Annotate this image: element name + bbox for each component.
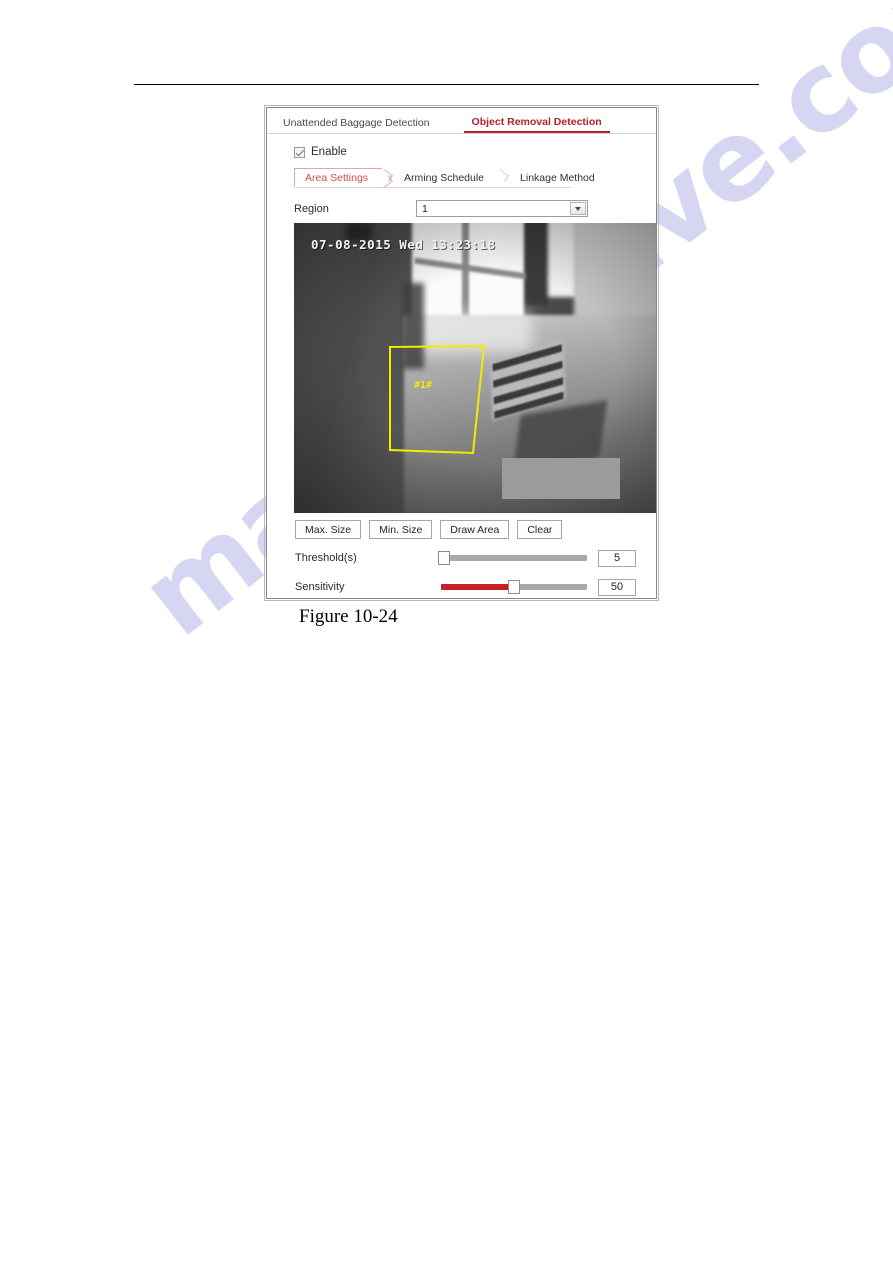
tab-gap (438, 125, 464, 133)
panel-body: Enable Area Settings Arming Schedule Lin… (267, 146, 656, 597)
object-removal-detection-panel: Unattended Baggage Detection Object Remo… (264, 105, 659, 601)
sensitivity-slider-track[interactable] (441, 580, 587, 594)
region-row: Region 1 (294, 200, 644, 217)
detection-region-label: #1# (414, 380, 433, 391)
min-size-button[interactable]: Min. Size (369, 520, 433, 539)
sub-tab-linkage-method[interactable]: Linkage Method (510, 168, 609, 187)
tab-unattended-baggage-detection[interactable]: Unattended Baggage Detection (275, 115, 438, 134)
enable-checkbox[interactable] (294, 146, 305, 158)
enable-row[interactable]: Enable (294, 146, 644, 158)
threshold-value[interactable]: 5 (598, 549, 636, 567)
figure-caption: Figure 10-24 (299, 606, 398, 627)
threshold-row: Threshold(s) 5 (295, 548, 644, 568)
chevron-down-icon[interactable] (570, 202, 586, 215)
sensitivity-row: Sensitivity 50 (295, 577, 644, 597)
chevron-separator-icon-2 (498, 168, 510, 187)
enable-label: Enable (311, 146, 347, 158)
region-label: Region (294, 202, 329, 215)
main-tab-bar: Unattended Baggage Detection Object Remo… (267, 108, 656, 134)
sub-tab-bar: Area Settings Arming Schedule Linkage Me… (294, 168, 595, 188)
clear-button[interactable]: Clear (517, 520, 563, 539)
chevron-separator-icon (382, 168, 394, 187)
threshold-slider-thumb[interactable] (438, 551, 450, 565)
draw-area-button[interactable]: Draw Area (440, 520, 510, 539)
sensitivity-slider-thumb[interactable] (508, 580, 521, 594)
region-select[interactable]: 1 (416, 200, 588, 217)
sub-tab-area-settings[interactable]: Area Settings (294, 168, 383, 187)
sensitivity-value[interactable]: 50 (598, 578, 636, 596)
tab-object-removal-detection[interactable]: Object Removal Detection (463, 114, 610, 133)
scene-privacy-mask (502, 458, 620, 499)
area-tool-buttons: Max. Size Min. Size Draw Area Clear (295, 520, 644, 539)
sub-tab-arming-schedule[interactable]: Arming Schedule (394, 168, 498, 187)
sensitivity-label: Sensitivity (295, 581, 345, 593)
live-video-preview[interactable]: 07-08-2015 Wed 13:23:18 #1# (294, 223, 656, 513)
region-select-value: 1 (422, 202, 428, 215)
threshold-label: Threshold(s) (295, 552, 357, 564)
page-header-rule (134, 84, 759, 85)
document-page: manualshive.com Unattended Baggage Detec… (0, 0, 893, 1263)
threshold-slider-track[interactable] (438, 551, 587, 565)
max-size-button[interactable]: Max. Size (295, 520, 362, 539)
sensitivity-slider-fill (441, 584, 512, 590)
